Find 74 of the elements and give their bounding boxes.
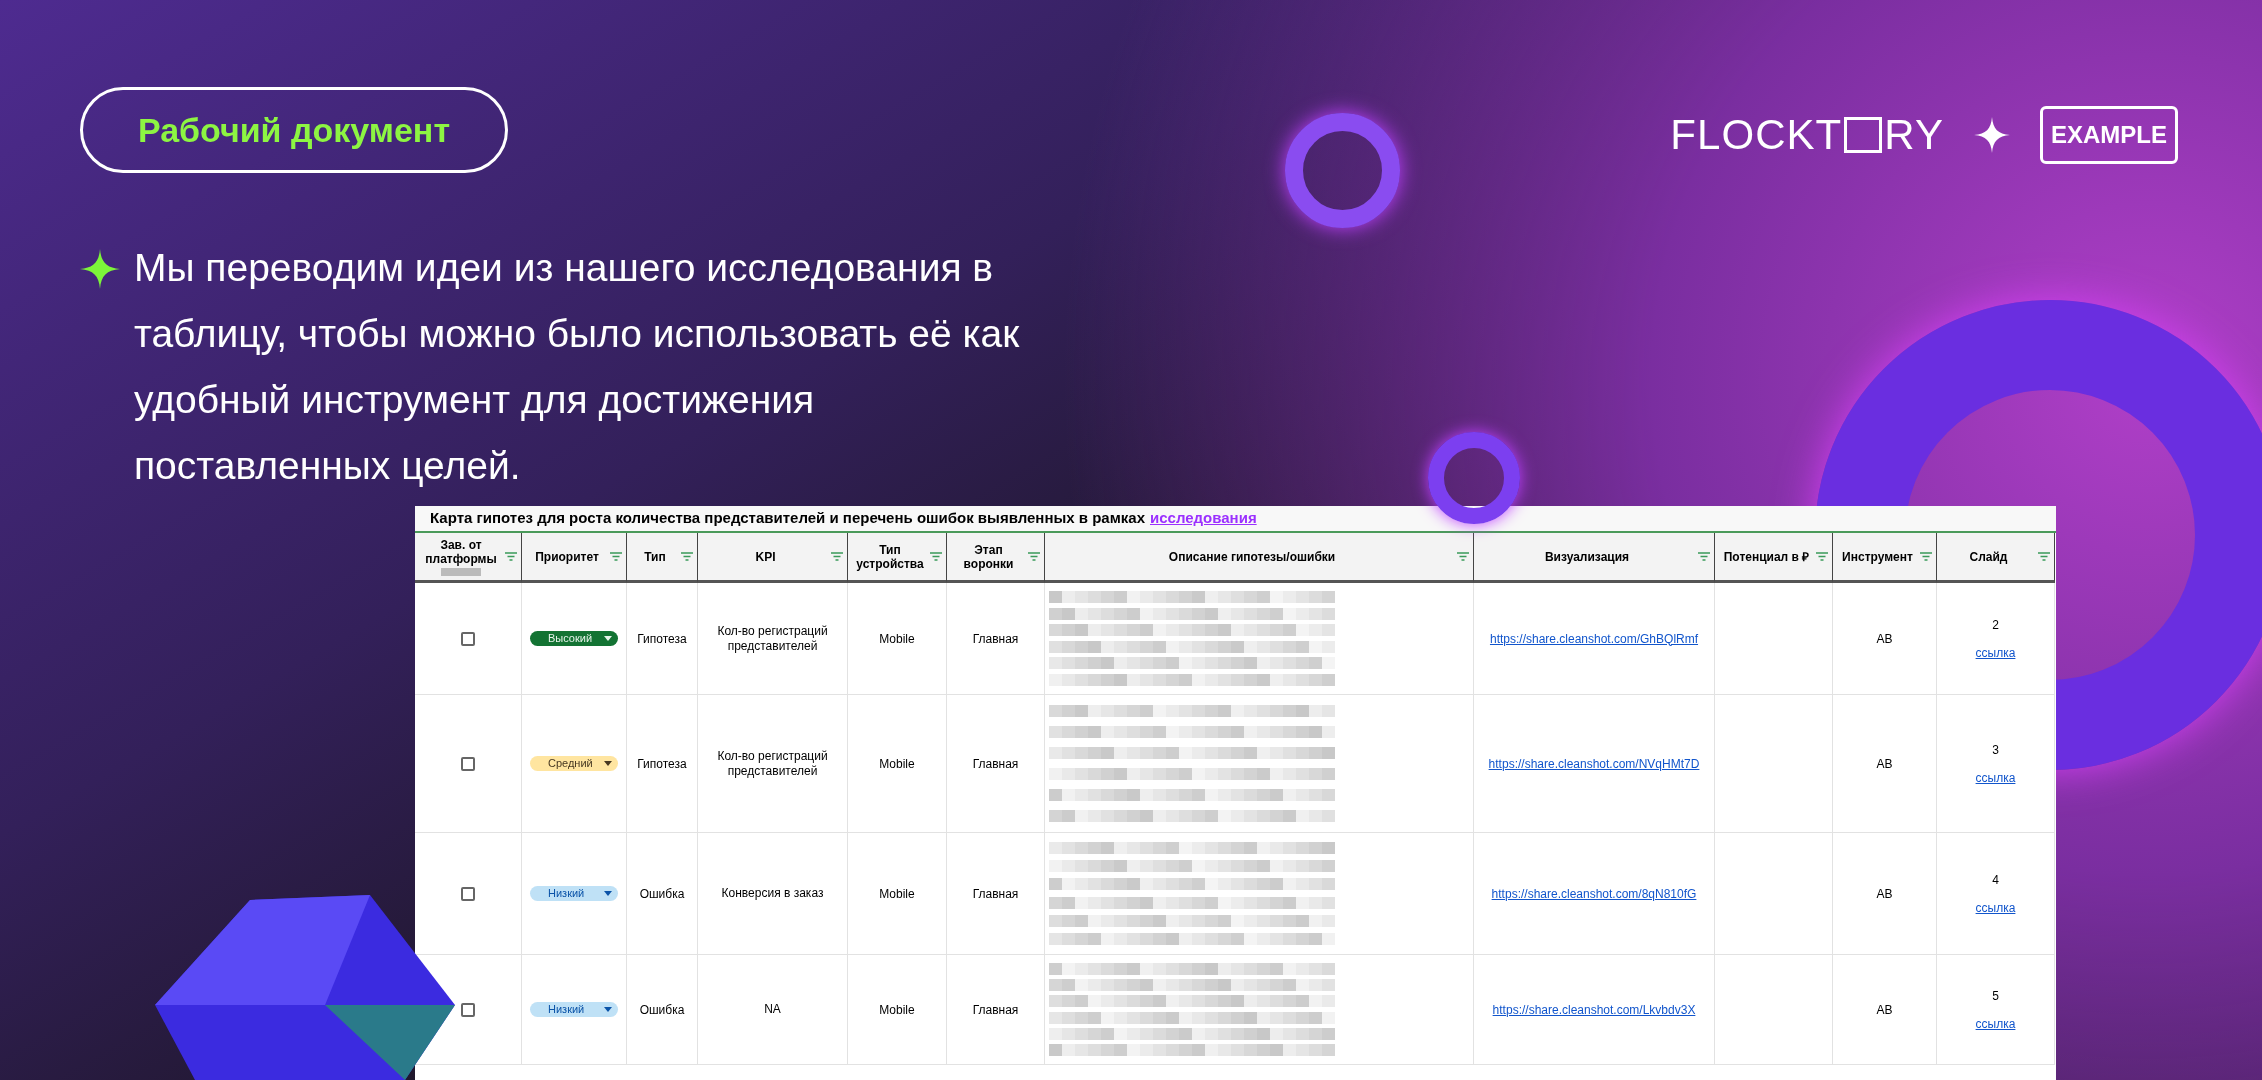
document-badge: Рабочий документ — [80, 87, 508, 173]
priority-dropdown[interactable]: Средний — [530, 756, 618, 771]
table-cell-text: Главная — [972, 755, 1019, 773]
caret-icon — [604, 761, 612, 766]
slide-number: 3 — [1992, 741, 1999, 759]
table-cell-text: Конверсия в заказ — [720, 886, 825, 901]
table-cell-text: Mobile — [879, 1001, 915, 1019]
table-cell-text: Кол-во регистраций представителей — [716, 748, 829, 779]
visualization-link[interactable]: https://share.cleanshot.com/Lkvbdv3X — [1492, 1000, 1696, 1019]
table-cell-text: Гипотеза — [637, 755, 687, 773]
column-header: Тип — [644, 549, 666, 564]
table-cell-text: AB — [1876, 885, 1893, 903]
table-title: Карта гипотез для роста количества представителей и перечень ошибок выявленных в рамках исследования — [415, 506, 2056, 533]
sparkle-icon — [1974, 116, 2010, 153]
visualization-link[interactable]: https://share.cleanshot.com/8qN810fG — [1491, 884, 1697, 903]
slide-link[interactable]: ссылка — [1975, 643, 2016, 662]
table-cell-text: Ошибка — [639, 885, 685, 903]
column-header: Инструмент — [1842, 549, 1913, 564]
filter-icon[interactable] — [1816, 552, 1828, 561]
filter-icon[interactable] — [1920, 552, 1932, 561]
filter-icon[interactable] — [930, 552, 942, 561]
table-cell-text: Mobile — [879, 885, 915, 903]
column-header: Этап воронки — [962, 542, 1015, 571]
checkbox[interactable] — [461, 631, 475, 646]
slide-link[interactable]: ссылка — [1975, 898, 2016, 917]
column-header: Визуализация — [1544, 549, 1630, 564]
caret-icon — [604, 636, 612, 641]
priority-dropdown[interactable]: Низкий — [530, 886, 618, 901]
checkbox[interactable] — [461, 886, 475, 901]
intro-paragraph: Мы переводим идеи из нашего исследования в таблицу, чтобы можно было использовать её как удобный инструмент для достижения поставленных целей. — [134, 245, 1021, 489]
filter-icon[interactable] — [1457, 552, 1469, 561]
filter-icon[interactable] — [610, 552, 622, 561]
table-cell-text: NA — [763, 1002, 782, 1017]
partner-logo: EXAMPLE — [2040, 105, 2178, 164]
table-cell-text: AB — [1876, 1001, 1893, 1019]
slide-link[interactable]: ссылка — [1975, 768, 2016, 787]
brand-logo: FLOCKT RY — [1670, 110, 1944, 160]
column-header: Потенциал в ₽ — [1723, 549, 1810, 564]
filter-icon[interactable] — [505, 552, 517, 561]
column-header: Тип устройства — [855, 542, 925, 571]
column-header: Зав. от платформы — [424, 537, 498, 566]
filter-icon[interactable] — [681, 552, 693, 561]
table-cell-text: AB — [1876, 630, 1893, 648]
filter-icon[interactable] — [2038, 552, 2050, 561]
caret-icon — [604, 1007, 612, 1012]
column-header: KPI — [755, 549, 776, 564]
table-cell-text: Главная — [972, 885, 1019, 903]
checkbox[interactable] — [461, 756, 475, 771]
slide-number: 2 — [1992, 616, 1999, 634]
table-cell-text: AB — [1876, 755, 1893, 773]
slide-link[interactable]: ссылка — [1975, 1014, 2016, 1033]
filter-icon[interactable] — [1698, 552, 1710, 561]
table-cell-text: Ошибка — [639, 1001, 685, 1019]
visualization-link[interactable]: https://share.cleanshot.com/GhBQlRmf — [1489, 629, 1699, 648]
table-cell-text: Главная — [972, 1001, 1019, 1019]
table-cell-text: Главная — [972, 630, 1019, 648]
column-header: Описание гипотезы/ошибки — [1168, 549, 1336, 564]
visualization-link[interactable]: https://share.cleanshot.com/NVqHMt7D — [1488, 754, 1700, 773]
table-cell-text: Кол-во регистраций представителей — [716, 623, 829, 654]
priority-dropdown[interactable]: Низкий — [530, 1002, 618, 1017]
column-header: Приоритет — [535, 549, 599, 564]
priority-dropdown[interactable]: Высокий — [530, 631, 618, 646]
checkbox[interactable] — [461, 1002, 475, 1017]
slide-number: 4 — [1992, 871, 1999, 889]
column-header: Слайд — [1969, 549, 2008, 564]
table-cell-text: Mobile — [879, 755, 915, 773]
table-cell-text: Mobile — [879, 630, 915, 648]
caret-icon — [604, 891, 612, 896]
slide-number: 5 — [1992, 987, 1999, 1005]
filter-icon[interactable] — [831, 552, 843, 561]
research-link[interactable]: исследования — [1150, 507, 1257, 530]
filter-icon[interactable] — [1028, 552, 1040, 561]
blurred-placeholder — [441, 567, 481, 576]
table-cell-text: Гипотеза — [637, 630, 687, 648]
